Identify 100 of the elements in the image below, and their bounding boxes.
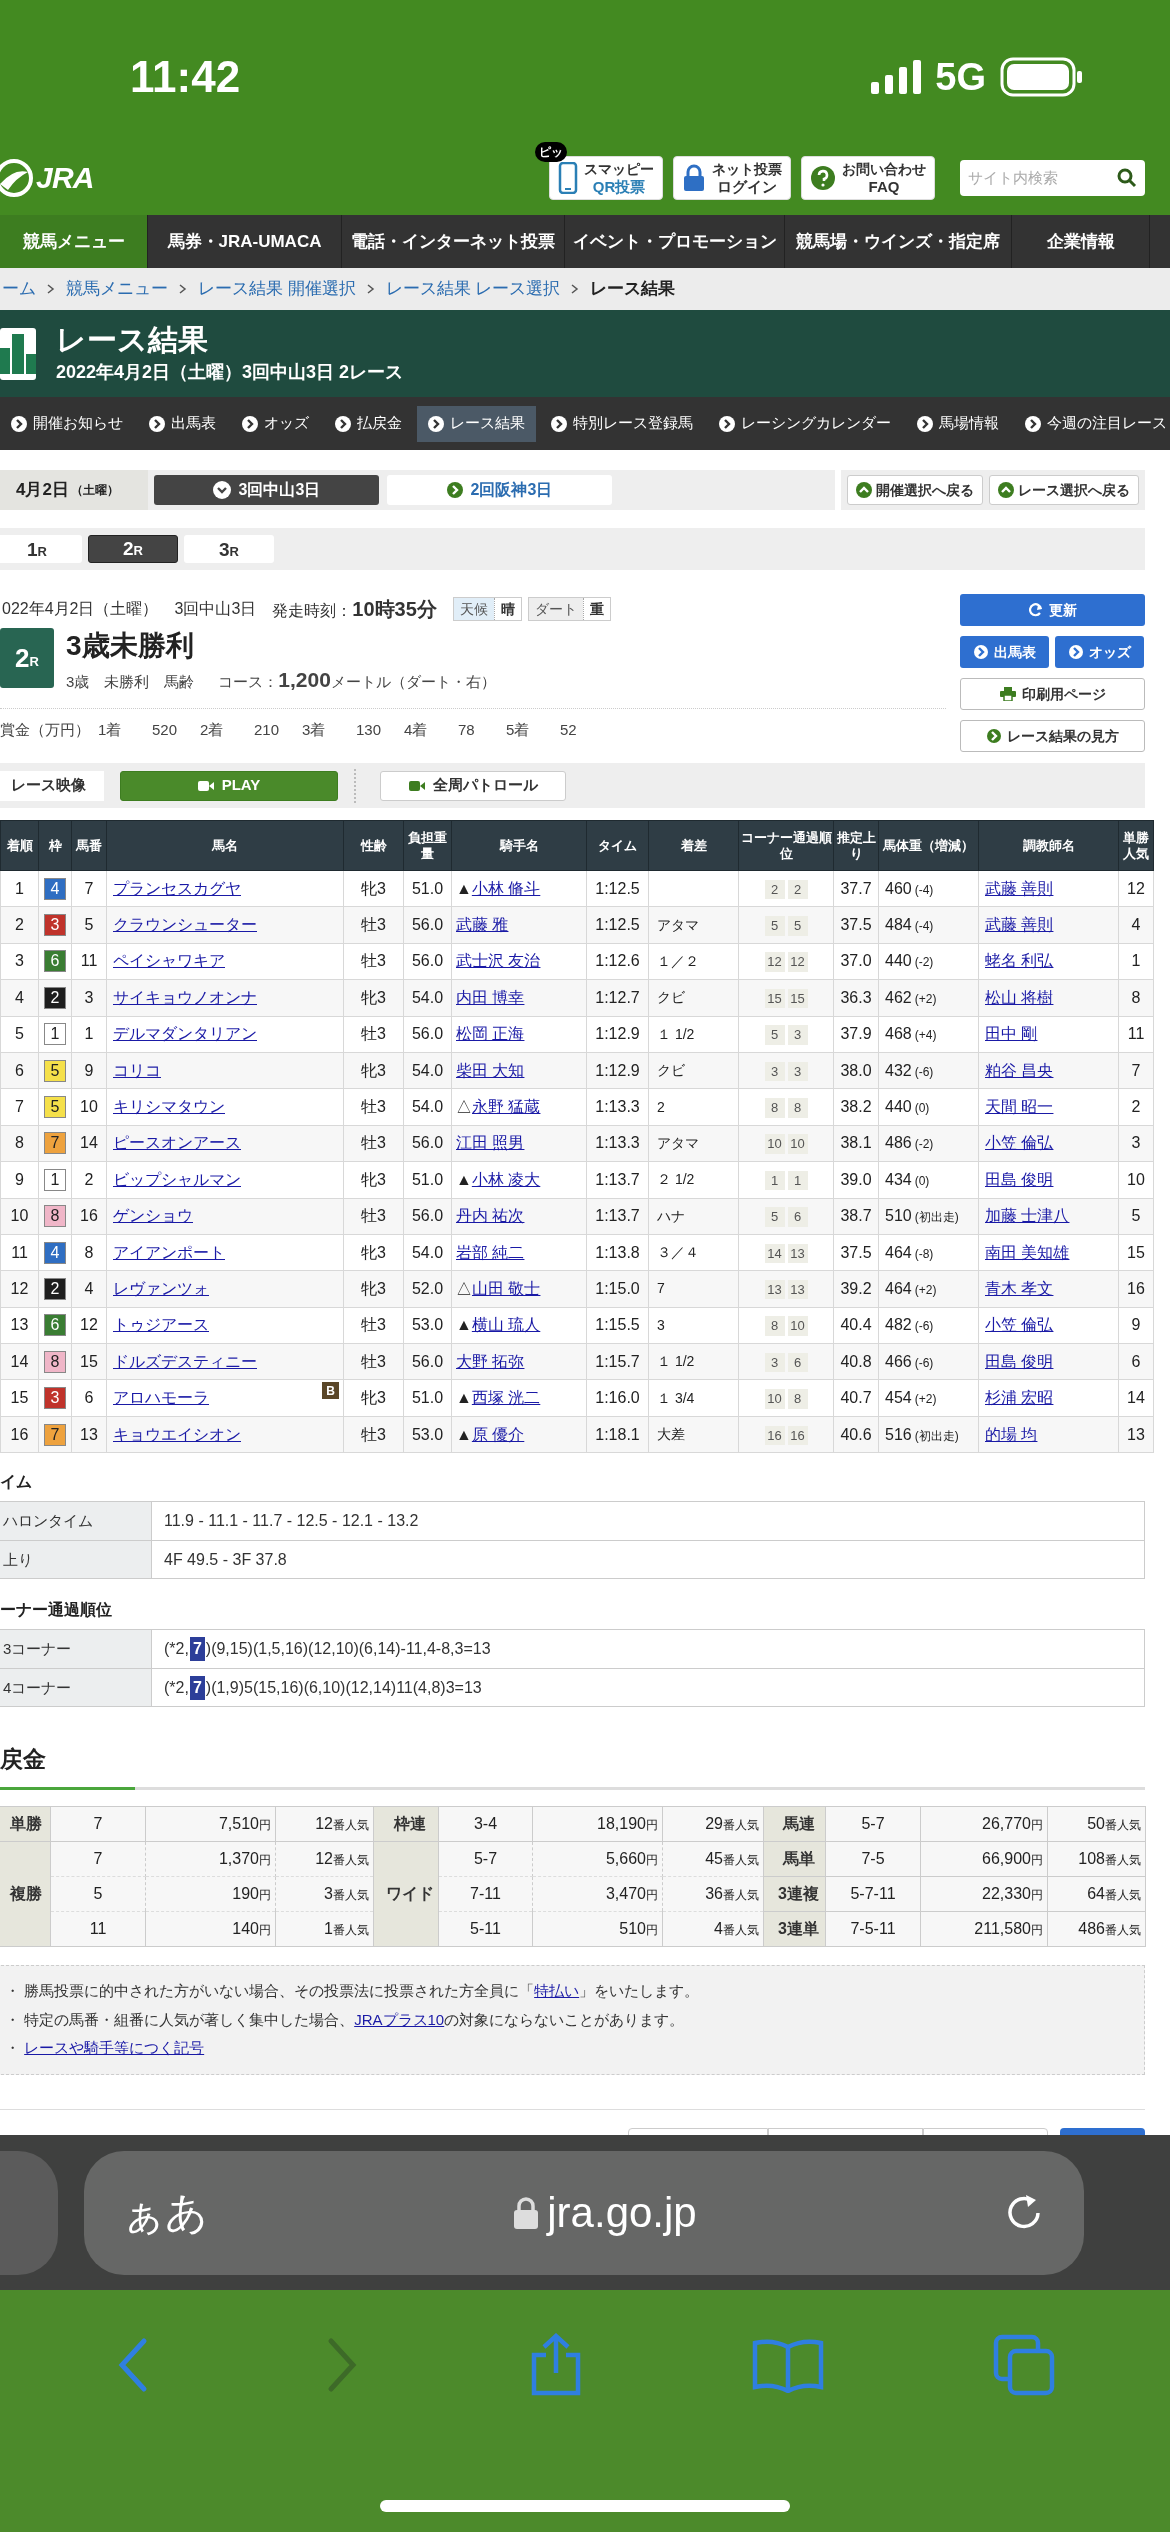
jockey-link[interactable]: 西塚 洸二 [471, 1389, 541, 1407]
jockey-mark: ▲ [456, 879, 472, 897]
table-cell: 1:15.7 [586, 1343, 649, 1380]
table-cell: 40.8 [833, 1343, 879, 1380]
jockey-link[interactable]: 小林 脩斗 [471, 879, 541, 897]
table-cell: 56.0 [403, 1016, 452, 1053]
badge: ピッ [535, 141, 567, 162]
search-icon [1117, 167, 1137, 188]
horse-link[interactable]: ゲンショウ [113, 1207, 193, 1225]
jockey-link[interactable]: 山田 敬士 [472, 1280, 541, 1297]
header-button[interactable]: ネット投票 ログイン [673, 155, 791, 200]
action-button[interactable]: オッズ [1055, 636, 1144, 668]
table-cell: 51.0 [403, 1161, 452, 1198]
weight-change: (-6) [914, 1064, 934, 1079]
column-header: 枠 [38, 820, 72, 871]
corner-position: 6 [787, 1352, 808, 1373]
table-cell: 8 [0, 1125, 39, 1162]
corner-position: 8 [787, 1098, 808, 1118]
podium-icon [0, 327, 36, 380]
prize-place: 1着 [98, 719, 123, 740]
horse-link[interactable]: レヴァンツォ [113, 1280, 209, 1297]
race-tab[interactable]: 1R [0, 535, 82, 563]
popularity: 29番人気 [662, 1806, 764, 1842]
table-cell: 1:18.1 [586, 1416, 649, 1453]
popularity: 50番人気 [1047, 1806, 1146, 1842]
table-cell: 38.1 [833, 1125, 879, 1162]
chevron-icon [986, 729, 1001, 743]
popularity: 108番人気 [1047, 1841, 1146, 1877]
venue-tab[interactable]: 2回阪神3日 [387, 475, 612, 505]
tab-preview[interactable] [0, 2150, 58, 2275]
logo-text: JRA [36, 160, 94, 196]
address-bar[interactable]: ぁあ jra.go.jp [84, 2150, 1084, 2275]
text-size-button[interactable]: ぁあ [122, 2181, 208, 2244]
table-cell: 37.7 [833, 870, 879, 907]
trainer-link[interactable]: 的場 均 [985, 1425, 1038, 1443]
race-tab[interactable]: 3R [184, 535, 274, 563]
table-cell: 大差 [648, 1416, 739, 1453]
jockey-link[interactable]: 横山 琉人 [471, 1316, 541, 1334]
action-button[interactable]: 更新 [960, 594, 1145, 626]
table-cell: 54.0 [403, 1234, 452, 1271]
table-cell: 1:16.0 [586, 1379, 649, 1417]
jockey-link[interactable]: 小林 凌大 [471, 1170, 541, 1188]
breadcrumb-link[interactable]: レース結果 レース選択 [385, 276, 561, 302]
jockey-link[interactable]: 原 優介 [471, 1425, 525, 1443]
column-header: 単勝人気 [1118, 820, 1154, 871]
action-button[interactable]: 印刷用ページ [960, 678, 1145, 710]
jockey-link[interactable]: 武藤 雅 [456, 916, 509, 934]
breadcrumb-link[interactable]: ーム [2, 276, 36, 302]
venue-tab[interactable]: 3回中山3日 [154, 475, 379, 505]
combination: 5-11 [438, 1911, 533, 1947]
section-heading: イム [0, 1472, 33, 1493]
header-button[interactable]: お問い合わせ FAQ [801, 155, 935, 200]
body-weight: 440 [885, 1098, 912, 1116]
video-button[interactable]: 全周パトロール [380, 770, 566, 801]
horse-link[interactable]: アロハモーラ [113, 1389, 209, 1407]
course-label: コース： [218, 672, 279, 692]
action-button[interactable]: 出馬表 [960, 636, 1049, 668]
note-link[interactable]: 特払い [534, 1982, 580, 2000]
video-button[interactable]: PLAY [120, 770, 338, 801]
table-cell: 54.0 [403, 1052, 452, 1089]
table-cell: 37.5 [833, 1234, 879, 1271]
jockey-link[interactable]: 永野 猛蔵 [472, 1098, 541, 1116]
table-cell: 39.2 [833, 1270, 879, 1308]
body-weight: 484 [885, 916, 912, 934]
action-button[interactable]: レース結果の見方 [960, 720, 1145, 752]
table-cell: 1:13.3 [586, 1125, 649, 1162]
race-tab[interactable]: 2R [88, 535, 178, 563]
course-detail: メートル（ダート・右） [330, 672, 496, 692]
back-button[interactable]: 開催選択へ戻る [847, 475, 983, 505]
search-field[interactable]: サイト内検索 [960, 159, 1145, 196]
table-cell: 37.0 [833, 943, 879, 980]
corner-position: 3 [764, 1352, 785, 1373]
chevron-icon [365, 283, 376, 295]
breadcrumb-link[interactable]: 競馬メニュー [66, 276, 168, 302]
subnav-link[interactable]: レース結果 [417, 405, 536, 442]
note-link[interactable]: レースや騎手等につく記号 [24, 2039, 205, 2057]
payout-amount: 3,470円 [532, 1876, 663, 1912]
table-cell: 牝3 [343, 979, 404, 1017]
nav-tab[interactable]: 競馬メニュー [0, 215, 148, 268]
note-link[interactable]: JRAプラス10 [354, 2010, 445, 2028]
bet-type: 枠連 [373, 1806, 439, 1842]
table-cell: 牡3 [343, 943, 404, 980]
back-button[interactable]: レース選択へ戻る [989, 475, 1139, 505]
corner-position: 3 [764, 1061, 785, 1082]
table-cell: 1:13.3 [586, 1088, 649, 1126]
payout-amount: 510円 [532, 1911, 663, 1947]
frame-number: 6 [44, 950, 66, 973]
table-cell: 3 [0, 943, 39, 980]
body-weight: 482 [885, 1316, 912, 1334]
table-cell: 3 [1118, 1125, 1154, 1162]
combination: 7-11 [438, 1876, 533, 1912]
trainer-link[interactable]: 田中 剛 [985, 1025, 1038, 1043]
table-cell: 牝3 [343, 1270, 404, 1308]
horse-link[interactable]: トゥジアース [113, 1316, 209, 1334]
table-cell: 牡3 [343, 906, 404, 944]
body-weight: 510 [885, 1207, 912, 1225]
corner-position: 2 [764, 879, 785, 900]
breadcrumb-link[interactable]: レース結果 開催選択 [198, 276, 356, 302]
frame-number: 4 [44, 877, 66, 900]
horse-link[interactable]: コリコ [113, 1061, 161, 1079]
